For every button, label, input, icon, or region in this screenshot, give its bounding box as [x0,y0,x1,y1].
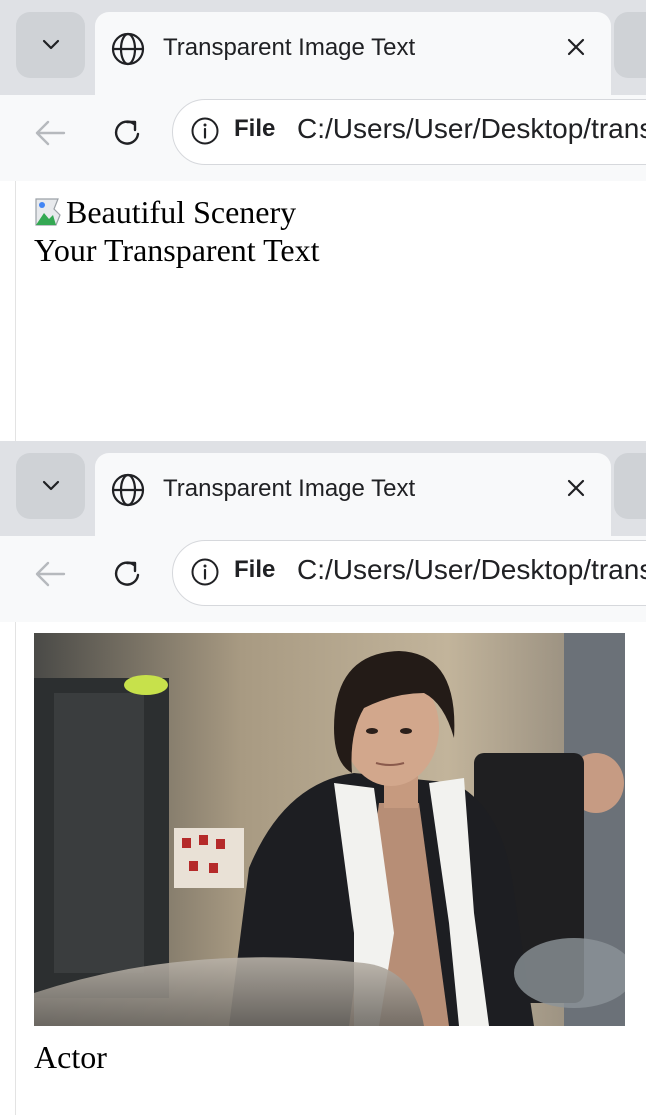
globe-icon [111,32,145,66]
active-tab[interactable]: Transparent Image Text [95,453,611,536]
close-icon[interactable] [563,475,589,501]
page-content: Beautiful Scenery Your Transparent Text [15,181,646,441]
back-arrow-icon[interactable] [30,113,70,153]
scheme-label: File [234,115,276,142]
address-bar[interactable]: File C:/Users/User/Desktop/transparent.h… [172,540,646,606]
reload-icon[interactable] [107,113,147,153]
tab-search-button[interactable] [16,12,85,78]
chevron-down-icon [42,39,59,50]
address-bar[interactable]: File C:/Users/User/Desktop/transparent.h… [172,99,646,165]
overlay-caption: Your Transparent Text [34,232,320,268]
browser-toolbar: File C:/Users/User/Desktop/transparent.h… [0,536,646,622]
tab-strip: Transparent Image Text [0,441,646,536]
url-text[interactable]: C:/Users/User/Desktop/transparent.html [297,113,646,145]
actor-photo [34,633,625,1026]
globe-icon [111,473,145,507]
broken-image-icon [35,198,61,226]
active-tab[interactable]: Transparent Image Text [95,12,611,95]
info-icon[interactable] [189,556,221,588]
reload-icon[interactable] [107,554,147,594]
info-icon[interactable] [189,115,221,147]
tab-title: Transparent Image Text [163,475,416,502]
new-tab-button[interactable] [614,12,646,78]
broken-image: Beautiful Scenery [34,193,296,231]
image-alt-text: Beautiful Scenery [66,194,297,230]
tab-title: Transparent Image Text [163,34,416,61]
tab-strip: Transparent Image Text [0,0,646,95]
page-content: Actor [15,622,646,1115]
browser-window-1: Transparent Image Text File C:/Users/Use… [0,0,646,441]
back-arrow-icon[interactable] [30,554,70,594]
scheme-label: File [234,556,276,583]
new-tab-button[interactable] [614,453,646,519]
photo-caption: Actor [34,1039,107,1075]
browser-toolbar: File C:/Users/User/Desktop/transparent.h… [0,95,646,181]
url-text[interactable]: C:/Users/User/Desktop/transparent.html [297,554,646,586]
tab-search-button[interactable] [16,453,85,519]
browser-window-2: Transparent Image Text File C:/Users/Use… [0,441,646,1115]
chevron-down-icon [42,480,59,491]
close-icon[interactable] [563,34,589,60]
